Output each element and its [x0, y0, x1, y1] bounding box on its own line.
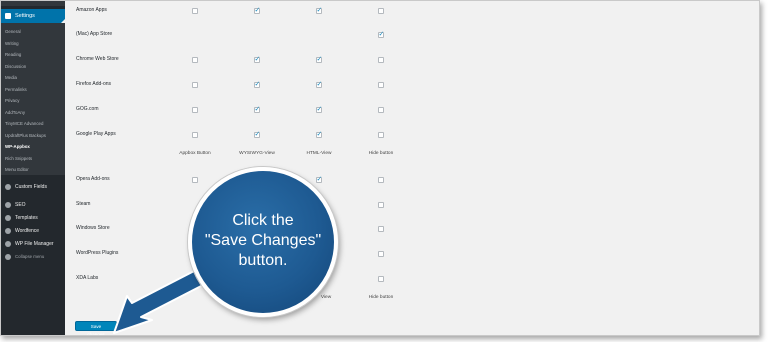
callout-text: Click the "Save Changes" button.: [198, 211, 328, 271]
callout-arrow: [113, 268, 208, 334]
callout-line-3: button.: [238, 252, 288, 269]
callout-line-1: Click the: [232, 212, 294, 229]
callout-line-2: "Save Changes": [204, 232, 322, 249]
callout-bubble: Click the "Save Changes" button.: [188, 167, 338, 317]
screenshot-frame: Settings General Writing Reading Discuss…: [0, 0, 760, 336]
